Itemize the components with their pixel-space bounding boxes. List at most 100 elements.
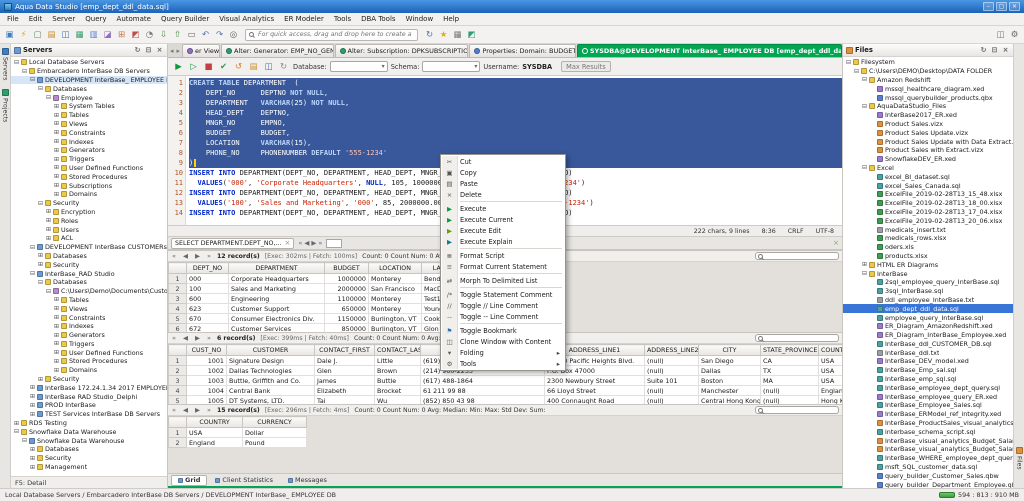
results-tab-grid[interactable]: Grid <box>171 474 208 486</box>
tree-item[interactable]: ⊟ Excel <box>843 164 1013 173</box>
context-menu-item-clone-window-with-content[interactable]: ◫ Clone Window with Content <box>442 336 564 347</box>
close-icon[interactable]: × <box>1001 46 1010 55</box>
grid-cell[interactable]: Monterey <box>368 303 422 314</box>
tree-item[interactable]: ⊞ Generators <box>11 331 167 340</box>
expand-icon[interactable]: ⊞ <box>13 420 20 427</box>
grid-cell[interactable]: 1003 <box>186 375 227 386</box>
page-number-input[interactable] <box>326 238 343 248</box>
execute-current-icon[interactable]: ▷ <box>187 60 200 73</box>
grid-cell[interactable]: Little <box>374 355 421 366</box>
results-tab-messages[interactable]: Messages <box>281 475 334 486</box>
tree-item[interactable]: mssql_querybuilder_products.qbx <box>843 93 1013 102</box>
table-row[interactable]: 5 670 Consumer Electronics Div. 1150000 Burl… <box>168 313 482 324</box>
grid-cell[interactable]: 1100000 <box>324 293 369 304</box>
grid-cell[interactable]: Dallas <box>698 365 761 376</box>
expand-icon[interactable]: ⊞ <box>45 235 52 242</box>
row-number[interactable]: 2 <box>168 437 187 448</box>
tree-item[interactable]: ⊞ Generators <box>11 146 167 155</box>
tree-item[interactable]: ER_Diagram_InterBase_Employee.xed <box>843 331 1013 340</box>
detail-footer[interactable]: F5: Detail <box>11 476 167 488</box>
table-row[interactable]: 1 USA Dollar <box>168 427 307 438</box>
grid-cell[interactable]: 1150000 <box>324 313 369 324</box>
er-modeler-icon[interactable]: ◪ <box>101 28 114 41</box>
tree-item[interactable]: ⊞ Roles <box>11 216 167 225</box>
settings-icon[interactable]: ⚙ <box>1008 28 1021 41</box>
tree-item[interactable]: ⊟ InterBase <box>843 269 1013 278</box>
grid-cell[interactable]: Brown <box>374 365 421 376</box>
grid-cell[interactable]: 100 <box>186 283 229 294</box>
connect-server-icon[interactable]: ⚡ <box>17 28 30 41</box>
collapse-icon[interactable]: ⊟ <box>21 68 28 75</box>
tree-item[interactable]: ⊞ Security <box>11 260 167 269</box>
expand-icon[interactable]: ⊞ <box>53 358 60 365</box>
grid-cell[interactable]: Hong Kong <box>818 395 842 404</box>
column-header[interactable] <box>168 262 187 274</box>
tree-item[interactable]: ExcelFile_2019-02-28T13_17_04.xlsx <box>843 208 1013 217</box>
grid-search-input[interactable] <box>755 406 839 414</box>
dock-tab-servers[interactable]: Servers <box>1 44 9 85</box>
table-row[interactable]: 2 England Pound <box>168 437 307 448</box>
grid-cell[interactable]: Monterey <box>368 273 422 284</box>
grid-cell[interactable]: DT Systems, LTD. <box>226 395 315 404</box>
grid-cell[interactable]: Burlington, VT <box>368 323 422 332</box>
tree-item[interactable]: ⊟ C:\Users\Demo\Documents\Custome <box>11 287 167 296</box>
quick-access-search[interactable] <box>245 28 418 41</box>
tree-item[interactable]: InterBase_ProductSales_visual_analytics.… <box>843 419 1013 428</box>
grid-cell[interactable]: San Diego <box>698 355 761 366</box>
row-number[interactable]: 2 <box>168 283 187 294</box>
tree-item[interactable]: excel_Sales_Canada.sql <box>843 181 1013 190</box>
grid-cell[interactable]: James <box>314 375 375 386</box>
grid-cell[interactable]: San Francisco <box>368 283 422 294</box>
column-header[interactable]: CUST_NO <box>186 344 227 356</box>
expand-icon[interactable]: ⊞ <box>29 402 36 409</box>
close-icon[interactable]: × <box>155 46 164 55</box>
tree-item[interactable]: interbase_schema_script.sql <box>843 427 1013 436</box>
grid-cell[interactable]: USA <box>818 375 842 386</box>
doc-tab[interactable]: Alter: Generator: EMP_NO_GEN× <box>221 44 334 57</box>
tree-item[interactable]: ⊟ Amazon Redshift <box>843 76 1013 85</box>
tree-item[interactable]: ⊞ Triggers <box>11 340 167 349</box>
grid-cell[interactable]: 000 <box>186 273 229 284</box>
tree-item[interactable]: ⊞ Users <box>11 225 167 234</box>
tab-scroll-right-icon[interactable]: ▸ <box>176 47 182 55</box>
expand-icon[interactable]: ⊞ <box>53 314 60 321</box>
tree-item[interactable]: ⊞ Stored Procedures <box>11 357 167 366</box>
tree-item[interactable]: ⊞ Constraints <box>11 313 167 322</box>
tree-item[interactable]: ⊞ Indexes <box>11 322 167 331</box>
refresh-icon[interactable]: ↻ <box>979 46 988 55</box>
tree-item[interactable]: ⊞ HTML ER Diagrams <box>843 260 1013 269</box>
tree-item[interactable]: oders.xls <box>843 243 1013 252</box>
tree-item[interactable]: emp_dept_ddl_data.sql <box>843 304 1013 314</box>
register-server-icon[interactable]: ▣ <box>3 28 16 41</box>
quick-access-input[interactable] <box>256 30 414 39</box>
tree-item[interactable]: SnowflakeDEV_ER.xed <box>843 155 1013 164</box>
expand-icon[interactable]: ⊞ <box>861 261 868 268</box>
query-builder-icon[interactable]: ⊞ <box>115 28 128 41</box>
expand-icon[interactable]: ⊞ <box>29 384 36 391</box>
context-menu-item-format-current-statement[interactable]: ≡ Format Current Statement <box>442 261 564 272</box>
database-select[interactable]: ▾ <box>329 61 388 72</box>
column-header[interactable]: CONTACT_FIRST <box>314 344 375 356</box>
table-row[interactable]: 3 600 Engineering 1100000 Monterey Test1 <box>168 293 482 304</box>
tree-item[interactable]: Product Sales with Extract.vizx <box>843 146 1013 155</box>
collapse-icon[interactable]: ⊟ <box>37 200 44 207</box>
grid-cell[interactable]: Boston <box>698 375 761 386</box>
grid-cell[interactable]: Manchester <box>698 385 761 396</box>
menu-item-er-modeler[interactable]: ER Modeler <box>279 15 329 23</box>
close-button[interactable]: × <box>1009 2 1020 11</box>
doc-tab[interactable]: Alter: Subscription: DPKSUBSCRIPTION× <box>334 44 469 57</box>
tree-item[interactable]: ⊞ Views <box>11 120 167 129</box>
results-tab-client-statistics[interactable]: Client Statistics <box>208 475 280 486</box>
tree-item[interactable]: ⊞ Subscriptions <box>11 181 167 190</box>
menu-item-query[interactable]: Query <box>80 15 111 23</box>
grid-view-icon[interactable]: ▦ <box>451 28 464 41</box>
column-header[interactable]: CURRENCY <box>242 416 307 428</box>
stop-icon[interactable]: ■ <box>202 60 215 73</box>
first-page-icon[interactable]: « <box>171 406 177 414</box>
expand-icon[interactable]: ⊞ <box>53 103 60 110</box>
tree-item[interactable]: ⊟ Security <box>11 199 167 208</box>
grid-cell[interactable]: 2000000 <box>324 283 369 294</box>
tree-item[interactable]: ER_Diagram_AmazonRedshift.xed <box>843 322 1013 331</box>
schema-select[interactable]: ▾ <box>422 61 481 72</box>
tree-item[interactable]: ⊟ InterBase_RAD Studio <box>11 269 167 278</box>
